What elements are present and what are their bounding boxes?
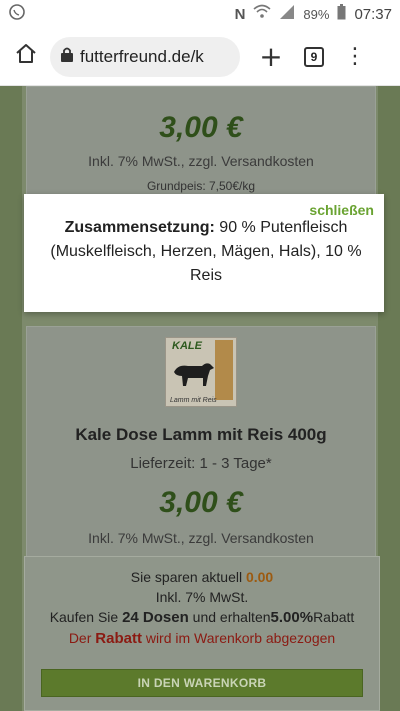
add-to-cart-button[interactable]: IN DEN WARENKORB	[41, 669, 363, 697]
address-bar[interactable]: futterfreund.de/k	[50, 36, 240, 77]
rebate-prefix: Der	[68, 630, 96, 646]
close-button[interactable]: schließen	[309, 202, 374, 218]
browser-toolbar: futterfreund.de/k + 9 ⋮	[0, 28, 400, 86]
bulk-quantity: 24 Dosen	[122, 609, 189, 626]
discount-panel: Sie sparen aktuell 0.00 Inkl. 7% MwSt. K…	[24, 556, 380, 711]
product-price: 3,00 €	[159, 486, 243, 519]
product-price: 3,00 €	[159, 111, 243, 144]
menu-button[interactable]: ⋮	[344, 44, 366, 69]
clock: 07:37	[354, 5, 392, 23]
whatsapp-icon	[8, 3, 26, 25]
savings-label: Sie sparen aktuell	[130, 569, 246, 585]
product-title[interactable]: Kale Dose Lamm mit Reis 400g	[27, 425, 375, 445]
lock-icon	[60, 46, 74, 67]
product-card-top: 3,00 € Inkl. 7% MwSt., zzgl. Versandkost…	[26, 86, 376, 200]
product-image-stripe	[215, 340, 233, 400]
page-content: 3,00 € Inkl. 7% MwSt., zzgl. Versandkost…	[0, 86, 400, 711]
dog-icon	[174, 363, 214, 386]
signal-icon	[279, 4, 295, 24]
product-image-brand: KALE	[172, 340, 202, 352]
tax-note: Inkl. 7% MwSt., zzgl. Versandkosten	[88, 530, 314, 546]
composition-popup: schließen Zusammensetzung: 90 % Putenfle…	[24, 194, 384, 312]
delivery-time: Lieferzeit: 1 - 3 Tage*	[130, 455, 272, 472]
status-left	[8, 3, 26, 25]
bulk-mid: und erhalten	[188, 609, 271, 625]
rebate-word: Rabatt	[95, 630, 142, 647]
bulk-percent: 5.00%	[270, 609, 314, 626]
home-icon	[14, 42, 38, 71]
bulk-offer-line: Kaufen Sie 24 Dosen und erhalten5.00%Rab…	[25, 607, 379, 628]
new-tab-button[interactable]: +	[256, 40, 286, 73]
url-text: futterfreund.de/k	[80, 46, 204, 66]
nfc-icon: N	[234, 5, 246, 23]
battery-icon	[337, 4, 346, 24]
product-image[interactable]: KALE Lamm mit Reis	[165, 337, 237, 407]
tab-switcher-button[interactable]: 9	[304, 46, 324, 67]
status-right: N 89% 07:37	[235, 4, 392, 24]
savings-line: Sie sparen aktuell 0.00	[25, 567, 379, 587]
composition-text: Zusammensetzung: 90 % Putenfleisch (Musk…	[40, 216, 372, 288]
product-image-caption: Lamm mit Reis	[170, 397, 217, 404]
left-margin	[0, 86, 22, 711]
discount-tax: Inkl. 7% MwSt.	[155, 589, 249, 605]
tax-note: Inkl. 7% MwSt., zzgl. Versandkosten	[88, 153, 314, 169]
right-margin	[378, 86, 400, 711]
home-button[interactable]	[8, 39, 44, 75]
base-price: Grundpeis: 7,50€/kg	[146, 179, 256, 193]
bulk-suffix: Rabatt	[313, 609, 355, 625]
battery-percent: 89%	[303, 6, 330, 22]
rebate-line: Der Rabatt wird im Warenkorb abgezogen	[25, 628, 379, 649]
wifi-icon	[253, 4, 271, 24]
savings-value: 0.00	[245, 569, 274, 585]
rebate-suffix: wird im Warenkorb abgezogen	[141, 630, 336, 646]
status-bar: N 89% 07:37	[0, 0, 400, 28]
composition-label: Zusammensetzung:	[64, 219, 215, 236]
bulk-prefix: Kaufen Sie	[49, 609, 123, 625]
